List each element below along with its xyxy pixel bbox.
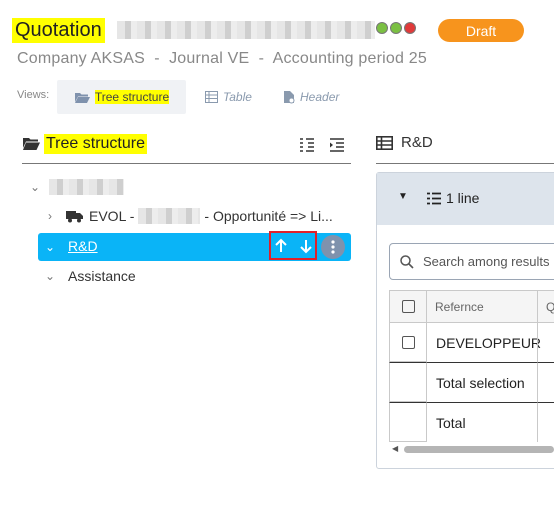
- folder-open-icon: [74, 92, 90, 103]
- tree-item-evol[interactable]: › EVOL - - Opportunité => Li...: [44, 202, 333, 230]
- chevron-down-icon[interactable]: ⌄: [44, 269, 56, 283]
- arrow-down-icon[interactable]: [299, 238, 313, 254]
- chevron-down-icon[interactable]: ⌄: [29, 180, 41, 194]
- table-row-developpeur[interactable]: DEVELOPPEUR: [427, 322, 541, 362]
- tree-panel-divider: [22, 163, 351, 164]
- column-header-reference[interactable]: Refernce: [427, 290, 537, 322]
- horizontal-scrollbar[interactable]: ◀: [392, 444, 554, 454]
- list-tree-icon[interactable]: [299, 138, 315, 152]
- tree-item-rnd-label[interactable]: R&D: [68, 238, 98, 254]
- folder-open-icon: [23, 138, 40, 150]
- search-placeholder: Search among results: [423, 254, 550, 269]
- tree-item-evol-label-prefix: EVOL -: [89, 208, 135, 224]
- page-title: Quotation: [12, 17, 105, 43]
- kebab-menu-icon: [331, 240, 335, 254]
- scrollbar-thumb[interactable]: [404, 446, 554, 453]
- line-count-label: 1 line: [446, 190, 480, 206]
- tree-panel-header: Tree structure: [22, 134, 147, 154]
- arrow-up-icon[interactable]: [274, 238, 288, 254]
- total-selection-label: Total selection: [427, 362, 537, 402]
- status-badge: Draft: [438, 19, 524, 42]
- title-row: Quotation: [12, 14, 375, 46]
- document-icon: [284, 91, 295, 104]
- total-label: Total: [427, 402, 537, 442]
- tab-header[interactable]: Header: [283, 80, 339, 114]
- line-count: 1 line: [427, 190, 479, 206]
- total-selection-q: [537, 362, 554, 402]
- indent-icon[interactable]: [329, 138, 345, 152]
- tree-panel-title: Tree structure: [44, 134, 147, 154]
- status-dots: [376, 22, 416, 34]
- redacted-title-detail: [116, 21, 375, 39]
- table-icon: [376, 135, 393, 150]
- tab-tree-structure[interactable]: Tree structure: [57, 80, 186, 114]
- search-icon: [400, 254, 414, 269]
- tree-item-root[interactable]: ⌄: [29, 173, 124, 201]
- detail-panel-header: R&D: [376, 134, 433, 151]
- page-subtitle: Company AKSAS - Journal VE - Accounting …: [17, 50, 427, 67]
- list-icon: [427, 192, 441, 204]
- table-icon: [205, 91, 218, 103]
- status-dot-red: [404, 22, 416, 34]
- column-header-q[interactable]: Q: [537, 290, 554, 322]
- row-checkbox[interactable]: [401, 335, 415, 349]
- header-select-all[interactable]: [389, 290, 427, 322]
- tree-item-evol-label-suffix: - Opportunité => Li...: [204, 208, 333, 224]
- search-field[interactable]: Search among results: [389, 243, 554, 280]
- detail-panel-title: R&D: [401, 134, 433, 151]
- status-dot-green-1: [376, 22, 388, 34]
- row-checkbox-cell[interactable]: [389, 322, 427, 362]
- tab-header-label: Header: [300, 90, 340, 104]
- tab-tree-structure-label: Tree structure: [94, 90, 170, 104]
- chevron-right-icon[interactable]: ›: [44, 209, 56, 223]
- tree-item-assistance[interactable]: ⌄ Assistance: [44, 262, 136, 290]
- total-selection-spacer: [389, 362, 427, 402]
- redacted-item-label: [49, 179, 124, 195]
- total-q: [537, 402, 554, 442]
- views-label: Views:: [17, 89, 50, 101]
- more-options-button[interactable]: [321, 235, 345, 259]
- scroll-left-icon[interactable]: ◀: [392, 444, 398, 453]
- detail-panel-divider: [376, 163, 554, 164]
- tree-toolbar: [299, 138, 345, 152]
- tab-table[interactable]: Table: [205, 80, 252, 114]
- truck-icon: [66, 210, 83, 222]
- total-spacer: [389, 402, 427, 442]
- caret-down-icon[interactable]: ▼: [398, 191, 408, 202]
- chevron-down-icon[interactable]: ⌄: [44, 240, 56, 254]
- tab-table-label: Table: [223, 90, 252, 104]
- redacted-item-label: [138, 208, 201, 224]
- status-dot-green-2: [390, 22, 402, 34]
- tree-item-assistance-label: Assistance: [68, 268, 136, 284]
- select-all-checkbox[interactable]: [401, 300, 415, 313]
- table-cell-q[interactable]: [537, 322, 554, 362]
